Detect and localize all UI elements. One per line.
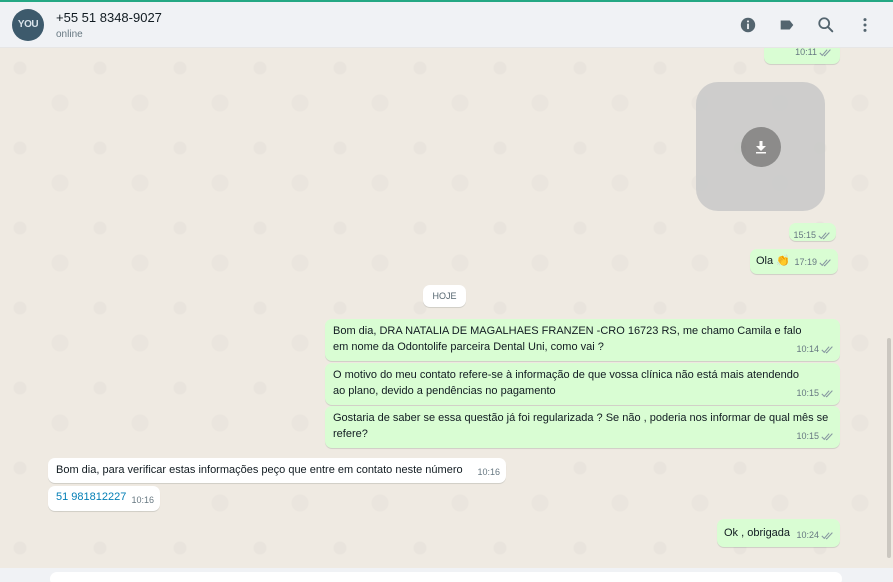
double-check-icon bbox=[821, 432, 833, 440]
message-text: Bom dia, para verificar estas informaçõe… bbox=[56, 464, 463, 476]
day-separator: HOJE bbox=[423, 285, 466, 307]
menu-icon[interactable] bbox=[855, 15, 875, 35]
message-text: Bom dia, DRA NATALIA DE MAGALHAES FRANZE… bbox=[333, 325, 802, 353]
download-icon bbox=[755, 140, 766, 153]
message-meta: 15:15 bbox=[793, 227, 831, 243]
label-icon[interactable] bbox=[777, 15, 797, 35]
message-time: 15:15 bbox=[793, 230, 816, 240]
avatar-label: YOU bbox=[17, 19, 39, 30]
message-text: O motivo do meu contato refere-se à info… bbox=[333, 369, 799, 397]
message-input[interactable] bbox=[50, 572, 842, 582]
message-meta: 10:15 bbox=[796, 428, 834, 444]
message-bubble[interactable]: Gostaria de saber se essa questão já foi… bbox=[325, 406, 840, 448]
message-time: 17:19 bbox=[794, 257, 817, 267]
message-time: 10:16 bbox=[131, 495, 154, 505]
message-text: Ola 👏 bbox=[756, 255, 790, 267]
message-meta: 10:16 bbox=[477, 464, 500, 480]
message-text: Ok , obrigada bbox=[724, 527, 791, 539]
day-separator-label: HOJE bbox=[432, 291, 457, 301]
message-meta: 17:19 bbox=[794, 254, 832, 270]
phone-link[interactable]: 51 981812227 bbox=[56, 491, 126, 503]
double-check-icon bbox=[821, 531, 833, 539]
info-icon[interactable] bbox=[738, 15, 758, 35]
media-thumbnail[interactable] bbox=[696, 82, 825, 211]
chat-area[interactable]: 10:11 15:15 Ola 👏 17:19 HOJE Bom dia, DR… bbox=[0, 48, 893, 568]
header-actions bbox=[738, 2, 875, 48]
message-bubble[interactable]: 10:11 bbox=[764, 48, 840, 64]
message-bubble[interactable]: Ola 👏 17:19 bbox=[750, 249, 838, 274]
chat-scrollbar[interactable] bbox=[887, 338, 891, 558]
search-icon[interactable] bbox=[816, 15, 836, 35]
message-meta: 10:15 bbox=[796, 385, 834, 401]
message-time: 10:24 bbox=[796, 530, 819, 540]
double-check-icon bbox=[821, 345, 833, 353]
message-bubble[interactable]: Ok , obrigada 10:24 bbox=[717, 519, 840, 547]
message-time: 10:11 bbox=[795, 48, 817, 57]
message-time: 10:15 bbox=[796, 431, 819, 441]
message-time: 10:15 bbox=[796, 388, 819, 398]
contact-info[interactable]: +55 51 8348-9027 online bbox=[56, 10, 162, 40]
message-bubble[interactable]: 15:15 bbox=[789, 223, 836, 241]
contact-avatar[interactable]: YOU bbox=[12, 8, 44, 41]
message-time: 10:14 bbox=[796, 344, 819, 354]
download-button[interactable] bbox=[740, 126, 781, 167]
double-check-icon bbox=[821, 389, 833, 397]
message-meta: 10:14 bbox=[796, 341, 834, 357]
contact-name: +55 51 8348-9027 bbox=[56, 9, 162, 25]
message-meta: 10:11 bbox=[795, 48, 832, 60]
message-text: Gostaria de saber se essa questão já foi… bbox=[333, 412, 829, 440]
message-bubble[interactable]: Bom dia, para verificar estas informaçõe… bbox=[48, 458, 506, 483]
message-bubble[interactable]: O motivo do meu contato refere-se à info… bbox=[325, 363, 840, 405]
chat-header: YOU +55 51 8348-9027 online bbox=[0, 2, 893, 48]
double-check-icon bbox=[819, 48, 831, 56]
message-meta: 10:24 bbox=[796, 527, 834, 543]
double-check-icon bbox=[818, 231, 830, 239]
message-bubble[interactable]: Bom dia, DRA NATALIA DE MAGALHAES FRANZE… bbox=[325, 319, 840, 361]
contact-status: online bbox=[56, 28, 83, 40]
message-meta: 10:16 bbox=[131, 492, 154, 508]
message-time: 10:16 bbox=[477, 467, 500, 477]
message-bubble[interactable]: 51 981812227 10:16 bbox=[48, 486, 160, 511]
double-check-icon bbox=[819, 258, 831, 266]
